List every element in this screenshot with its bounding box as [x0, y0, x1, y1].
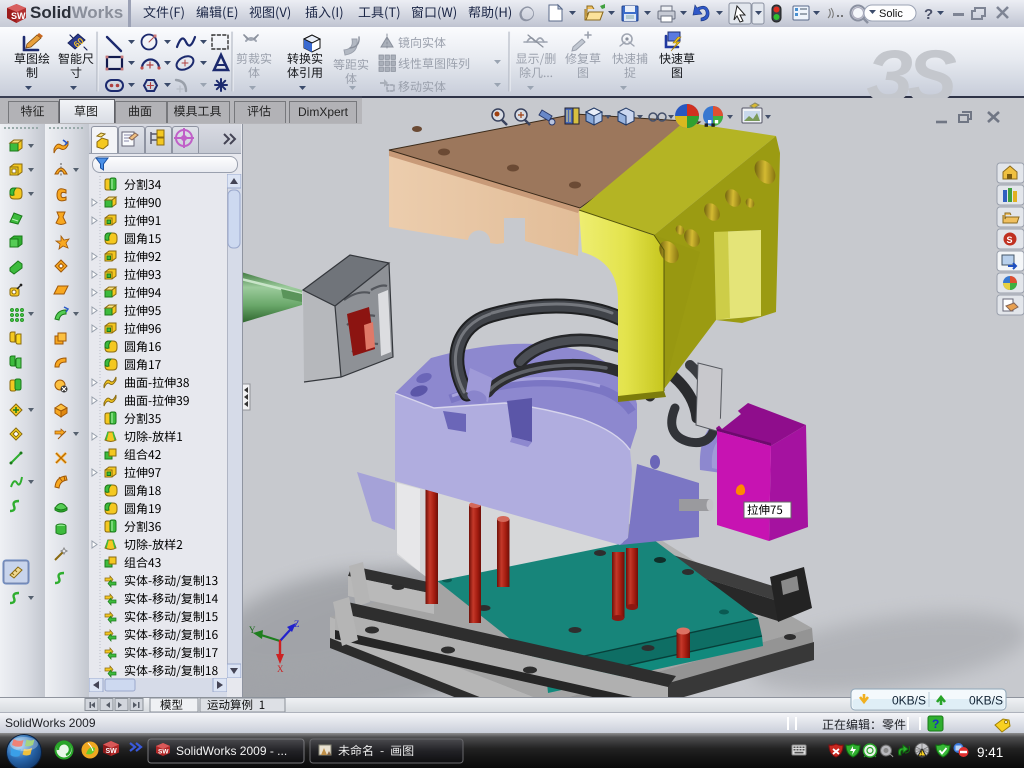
svg-text:0KB/S: 0KB/S [892, 694, 926, 708]
svg-text:X: X [277, 664, 284, 674]
svg-text:Z: Z [294, 619, 300, 629]
svg-text:0KB/S: 0KB/S [969, 694, 1003, 708]
svg-text:9:41: 9:41 [977, 745, 1003, 760]
svg-text:SW: SW [106, 748, 118, 755]
svg-text:SW: SW [158, 749, 169, 756]
svg-text:?: ? [932, 717, 939, 731]
svg-text:SolidWorks 2009 - ...: SolidWorks 2009 - ... [176, 744, 287, 758]
svg-text:SW: SW [11, 11, 26, 21]
svg-text:Y: Y [249, 625, 256, 635]
svg-text:?: ? [924, 6, 933, 23]
svg-text:S: S [1007, 235, 1013, 245]
svg-text:Solic: Solic [879, 8, 903, 20]
